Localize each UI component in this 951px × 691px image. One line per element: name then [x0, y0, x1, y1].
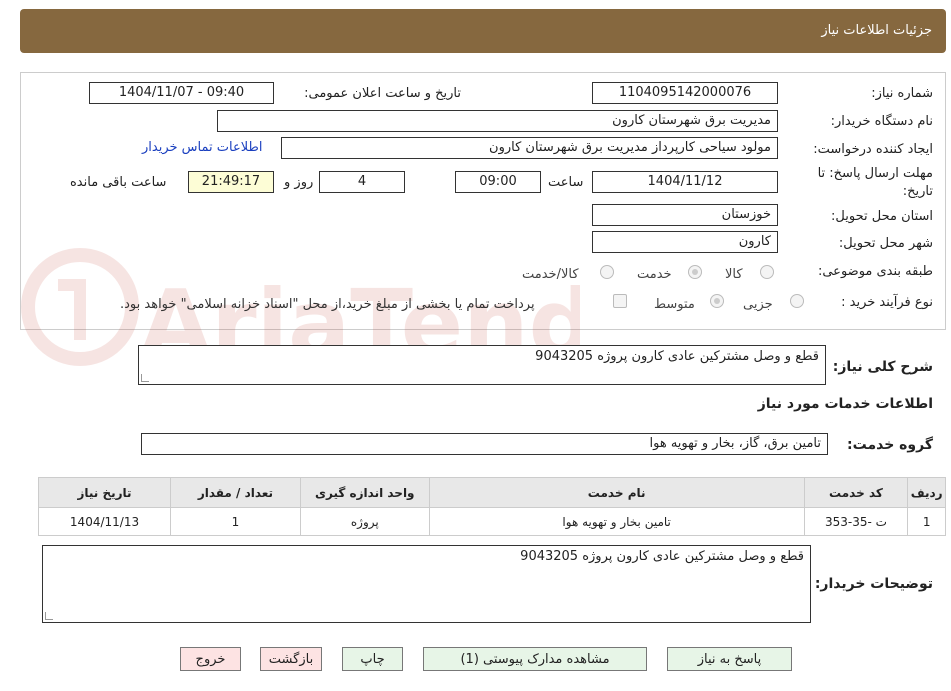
process-radio-minor[interactable] [790, 294, 804, 308]
buyer-notes-text: قطع و وصل مشترکین عادی کارون پروژه 90432… [520, 549, 804, 564]
summary-label: شرح کلی نیاز: [832, 359, 933, 375]
resize-grip-icon[interactable] [141, 374, 149, 382]
column-header: تاریخ نیاز [37, 477, 172, 508]
city-label: شهر محل تحویل: [838, 236, 933, 251]
category-label: طبقه بندی موضوعی: [817, 264, 933, 279]
category-radio-goods[interactable] [760, 265, 774, 279]
table-cell: 1404/11/13 [37, 507, 172, 536]
treasury-checkbox[interactable] [613, 294, 627, 308]
page-header: جزئیات اطلاعات نیاز [20, 9, 946, 53]
column-header: واحد اندازه گیری [299, 477, 430, 508]
print-button[interactable]: چاپ [342, 647, 403, 671]
remaining-label: ساعت باقی مانده [70, 175, 167, 190]
table-cell: پروژه [299, 507, 430, 536]
creator-field: مولود سیاحی کارپرداز مدیریت برق شهرستان … [281, 137, 778, 159]
table-header-row: ردیف کد خدمت نام خدمت واحد اندازه گیری ت… [37, 477, 946, 508]
process-option-minor: جزیی [743, 297, 773, 312]
services-table: ردیف کد خدمت نام خدمت واحد اندازه گیری ت… [37, 477, 946, 536]
need-number-label: شماره نیاز: [871, 86, 933, 101]
buyer-org-field: مدیریت برق شهرستان کارون [217, 110, 778, 132]
category-option-service: خدمت [637, 267, 672, 282]
column-header: نام خدمت [428, 477, 805, 508]
table-cell: 1 [907, 507, 946, 536]
need-number-field: 1104095142000076 [592, 82, 778, 104]
category-option-goods-service: کالا/خدمت [522, 267, 579, 282]
city-field: کارون [592, 231, 778, 253]
buyer-notes-field[interactable]: قطع و وصل مشترکین عادی کارون پروژه 90432… [42, 545, 811, 623]
back-button[interactable]: بازگشت [260, 647, 322, 671]
remaining-time-field: 21:49:17 [188, 171, 274, 193]
process-radio-medium[interactable] [710, 294, 724, 308]
deadline-label-date: تاریخ: [902, 184, 933, 199]
resize-grip-icon[interactable] [45, 612, 53, 620]
process-option-medium: متوسط [654, 297, 695, 312]
view-attachments-button[interactable]: مشاهده مدارک پیوستی (1) [423, 647, 647, 671]
process-label: نوع فرآیند خرید : [841, 295, 933, 310]
reply-button[interactable]: پاسخ به نیاز [667, 647, 792, 671]
province-field: خوزستان [592, 204, 778, 226]
deadline-time-label: ساعت [548, 175, 584, 190]
payment-note: پرداخت تمام یا بخشی از مبلغ خرید،از محل … [120, 297, 535, 312]
deadline-label: مهلت ارسال پاسخ: تا [817, 166, 933, 181]
table-row: 1 ت -35-353 تامین بخار و تهویه هوا پروژه… [37, 507, 946, 536]
deadline-date-field: 1404/11/12 [592, 171, 778, 193]
summary-text: قطع و وصل مشترکین عادی کارون پروژه 90432… [535, 349, 819, 364]
service-group-label: گروه خدمت: [847, 437, 933, 453]
buyer-notes-label: توضیحات خریدار: [814, 576, 933, 592]
column-header: تعداد / مقدار [170, 477, 301, 508]
page-title: جزئیات اطلاعات نیاز [821, 23, 932, 38]
column-header: ردیف [907, 477, 946, 508]
creator-label: ایجاد کننده درخواست: [813, 142, 933, 157]
category-radio-goods-service[interactable] [600, 265, 614, 279]
table-cell: ت -35-353 [803, 507, 909, 536]
summary-field[interactable]: قطع و وصل مشترکین عادی کارون پروژه 90432… [138, 345, 826, 385]
services-table-wrapper: ردیف کد خدمت نام خدمت واحد اندازه گیری ت… [37, 477, 946, 536]
table-cell: تامین بخار و تهویه هوا [428, 507, 805, 536]
column-header: کد خدمت [803, 477, 909, 508]
exit-button[interactable]: خروج [180, 647, 241, 671]
deadline-time-field: 09:00 [455, 171, 541, 193]
table-cell: 1 [170, 507, 301, 536]
province-label: استان محل تحویل: [831, 209, 933, 224]
announce-label: تاریخ و ساعت اعلان عمومی: [304, 86, 461, 101]
buyer-org-label: نام دستگاه خریدار: [830, 114, 933, 129]
announce-field: 1404/11/07 - 09:40 [89, 82, 274, 104]
services-section-title: اطلاعات خدمات مورد نیاز [757, 396, 933, 412]
days-label: روز و [284, 175, 314, 190]
service-group-field: تامین برق، گاز، بخار و تهویه هوا [141, 433, 828, 455]
days-field: 4 [319, 171, 405, 193]
category-radio-service[interactable] [688, 265, 702, 279]
category-option-goods: کالا [725, 267, 743, 282]
buyer-contact-link[interactable]: اطلاعات تماس خریدار [142, 140, 262, 155]
